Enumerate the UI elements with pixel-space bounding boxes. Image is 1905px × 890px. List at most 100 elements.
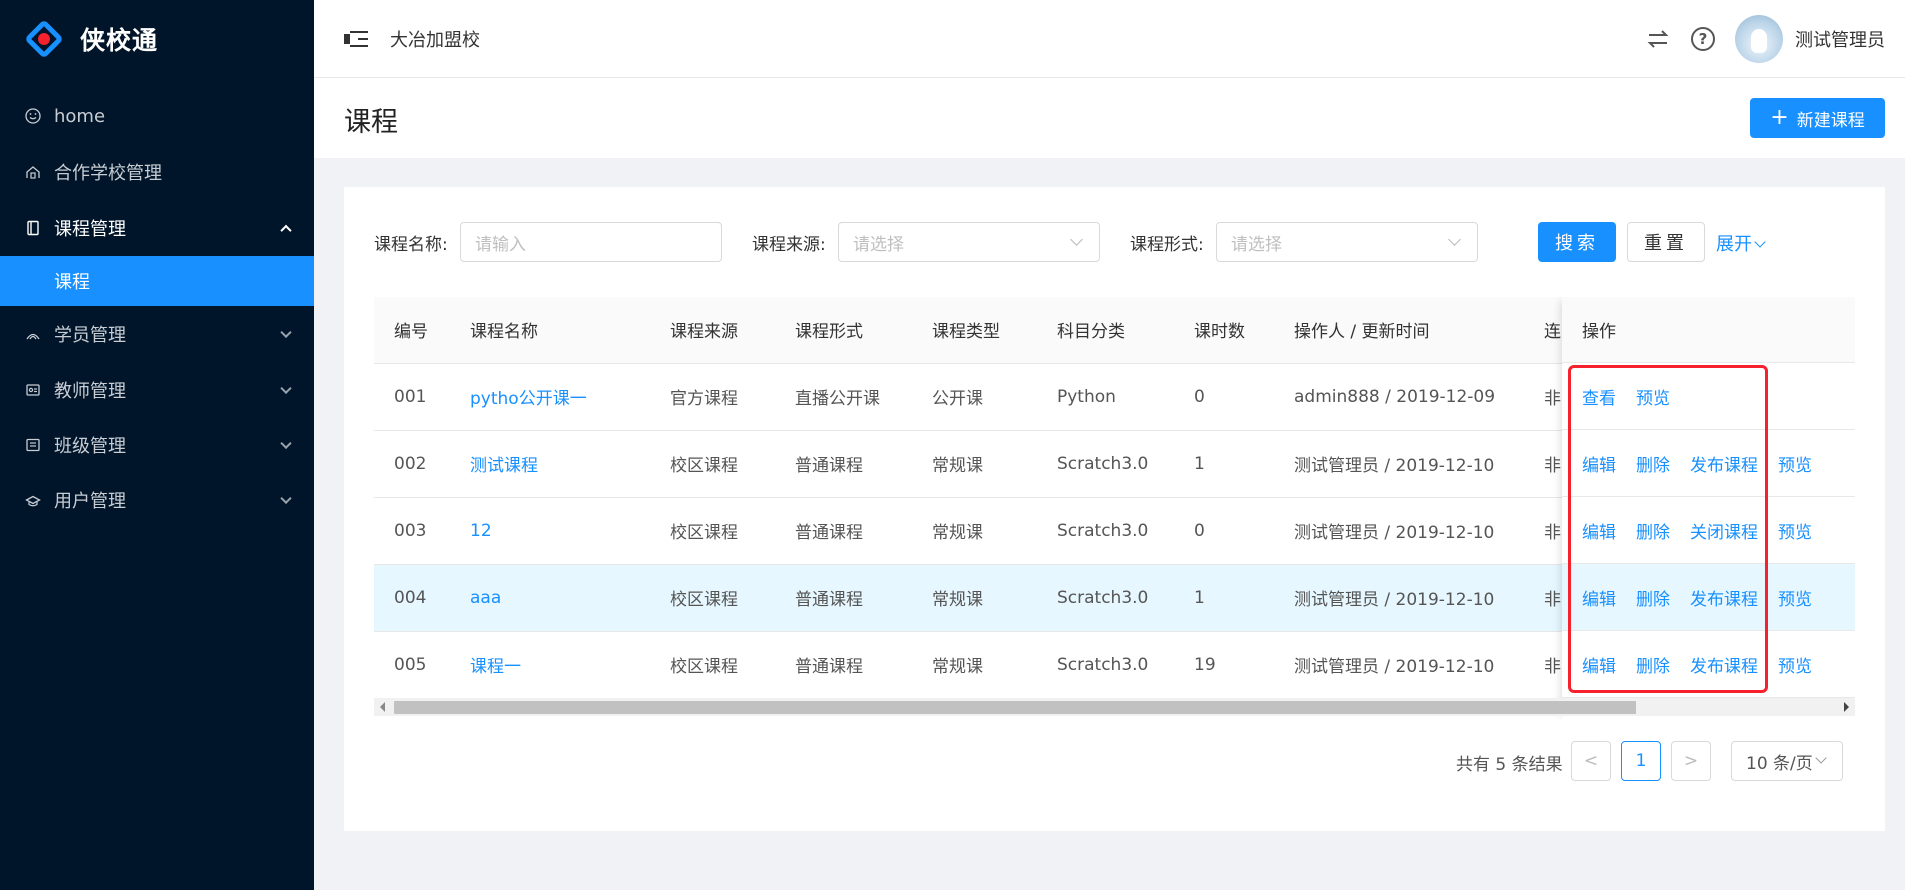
chevron-down-icon: [1448, 233, 1461, 246]
sidebar-item-teacher-management[interactable]: 教师管理: [0, 362, 314, 417]
cell-subject: Scratch3.0: [1037, 430, 1174, 498]
cell-source: 官方课程: [650, 363, 775, 431]
sidebar-item-label: 教师管理: [54, 380, 126, 402]
app-name: 侠校通: [80, 26, 159, 55]
course-name-link[interactable]: pytho公开课一: [450, 363, 650, 431]
pagination: 共有 5 条结果 < 1 > 10 条/页: [344, 741, 1885, 781]
sidebar-nav: home 合作学校管理 课程管理 课程 学员管理 教师管理 班级管理 用户管理: [0, 88, 314, 527]
prev-page-button[interactable]: <: [1571, 741, 1611, 781]
cell-source: 校区课程: [650, 564, 775, 632]
cell-source: 校区课程: [650, 497, 775, 565]
scroll-right-icon[interactable]: [1844, 702, 1849, 712]
ops-row: 编辑 删除 发布课程 预览: [1562, 430, 1855, 497]
cell-type: 常规课: [912, 631, 1037, 699]
edit-link[interactable]: 编辑: [1582, 652, 1616, 677]
edit-link[interactable]: 编辑: [1582, 518, 1616, 543]
search-button[interactable]: 搜索: [1538, 222, 1616, 262]
student-icon: [24, 325, 42, 343]
chevron-down-icon: [280, 492, 292, 504]
col-name: 课程名称: [450, 297, 650, 364]
delete-link[interactable]: 删除: [1636, 451, 1670, 476]
preview-link[interactable]: 预览: [1778, 518, 1812, 543]
ops-row: 查看 预览: [1562, 363, 1855, 430]
smile-icon: [24, 107, 42, 125]
app-logo[interactable]: 侠校通: [0, 0, 314, 78]
course-table: 编号 课程名称 课程来源 课程形式 课程类型 科目分类 课时数 操作人 / 更新…: [374, 297, 1855, 720]
course-source-placeholder: 请选择: [853, 234, 904, 255]
sidebar-item-user-management[interactable]: 用户管理: [0, 472, 314, 527]
page-1-button[interactable]: 1: [1621, 741, 1661, 781]
delete-link[interactable]: 删除: [1636, 585, 1670, 610]
delete-link[interactable]: 删除: [1636, 652, 1670, 677]
plus-icon: +: [1770, 105, 1789, 130]
cell-source: 校区课程: [650, 430, 775, 498]
course-form-label: 课程形式:: [1130, 235, 1204, 255]
expand-label: 展开: [1716, 234, 1752, 255]
cell-id: 002: [374, 430, 450, 498]
preview-link[interactable]: 预览: [1778, 652, 1812, 677]
sidebar-item-course-management[interactable]: 课程管理: [0, 200, 314, 256]
users-icon: [24, 491, 42, 509]
course-form-placeholder: 请选择: [1231, 234, 1282, 255]
page-size-select[interactable]: 10 条/页: [1731, 741, 1843, 781]
cell-type: 常规课: [912, 497, 1037, 565]
table-horizontal-scrollbar[interactable]: [374, 698, 1855, 716]
user-name[interactable]: 测试管理员: [1795, 26, 1885, 52]
top-header: 大冶加盟校 ? 测试管理员: [314, 0, 1905, 78]
scrollbar-thumb[interactable]: [394, 701, 1636, 714]
sidebar-subitem-course[interactable]: 课程: [0, 256, 314, 306]
publish-course-link[interactable]: 发布课程: [1690, 652, 1758, 677]
sidebar-item-home[interactable]: home: [0, 88, 314, 144]
preview-link[interactable]: 预览: [1636, 384, 1670, 409]
chevron-down-icon: [1754, 236, 1766, 248]
publish-course-link[interactable]: 发布课程: [1690, 451, 1758, 476]
menu-fold-icon[interactable]: [344, 29, 368, 49]
new-course-button[interactable]: + 新建课程: [1750, 98, 1885, 138]
close-course-link[interactable]: 关闭课程: [1690, 518, 1758, 543]
swap-icon[interactable]: [1645, 26, 1671, 52]
sidebar-item-student-management[interactable]: 学员管理: [0, 306, 314, 362]
sidebar-item-label: 学员管理: [54, 325, 126, 346]
course-name-link[interactable]: aaa: [450, 564, 650, 632]
course-name-link[interactable]: 测试课程: [450, 430, 650, 498]
view-link[interactable]: 查看: [1582, 384, 1616, 409]
col-operations: 操作: [1562, 297, 1855, 363]
cell-type: 常规课: [912, 430, 1037, 498]
cell-id: 003: [374, 497, 450, 565]
cell-operator: 测试管理员 / 2019-12-10: [1274, 497, 1524, 565]
edit-link[interactable]: 编辑: [1582, 585, 1616, 610]
sidebar-item-label: 班级管理: [54, 435, 126, 457]
reset-button[interactable]: 重置: [1627, 222, 1705, 262]
col-type: 课程类型: [912, 297, 1037, 364]
course-form-select[interactable]: 请选择: [1216, 222, 1478, 262]
cell-operator: 测试管理员 / 2019-12-10: [1274, 564, 1524, 632]
col-id: 编号: [374, 297, 450, 364]
sidebar-item-label: 用户管理: [54, 490, 126, 512]
chevron-down-icon: [1815, 752, 1827, 764]
expand-filters-link[interactable]: 展开: [1716, 230, 1766, 256]
sidebar-item-partner-schools[interactable]: 合作学校管理: [0, 144, 314, 200]
avatar[interactable]: [1735, 15, 1783, 63]
course-name-input[interactable]: 请输入: [460, 222, 722, 262]
page-header: 课程 + 新建课程: [314, 78, 1905, 158]
cell-operator: 测试管理员 / 2019-12-10: [1274, 430, 1524, 498]
publish-course-link[interactable]: 发布课程: [1690, 585, 1758, 610]
cell-form: 普通课程: [775, 564, 912, 632]
sidebar-item-label: 合作学校管理: [54, 163, 162, 184]
preview-link[interactable]: 预览: [1778, 585, 1812, 610]
ops-row: 编辑 删除 关闭课程 预览: [1562, 497, 1855, 564]
operations-column: 操作 查看 预览 编辑 删除 发布课程 预览 编辑 删除 关闭课程 预览 编辑 …: [1562, 297, 1855, 720]
course-source-select[interactable]: 请选择: [838, 222, 1100, 262]
edit-link[interactable]: 编辑: [1582, 451, 1616, 476]
cell-hours: 19: [1174, 631, 1274, 699]
new-course-label: 新建课程: [1796, 110, 1865, 131]
delete-link[interactable]: 删除: [1636, 518, 1670, 543]
course-name-link[interactable]: 12: [450, 497, 650, 565]
preview-link[interactable]: 预览: [1778, 451, 1812, 476]
help-icon[interactable]: ?: [1691, 27, 1715, 51]
next-page-button[interactable]: >: [1671, 741, 1711, 781]
sidebar-item-class-management[interactable]: 班级管理: [0, 417, 314, 472]
cell-hours: 1: [1174, 430, 1274, 498]
scroll-left-icon[interactable]: [380, 702, 385, 712]
course-name-link[interactable]: 课程一: [450, 631, 650, 699]
